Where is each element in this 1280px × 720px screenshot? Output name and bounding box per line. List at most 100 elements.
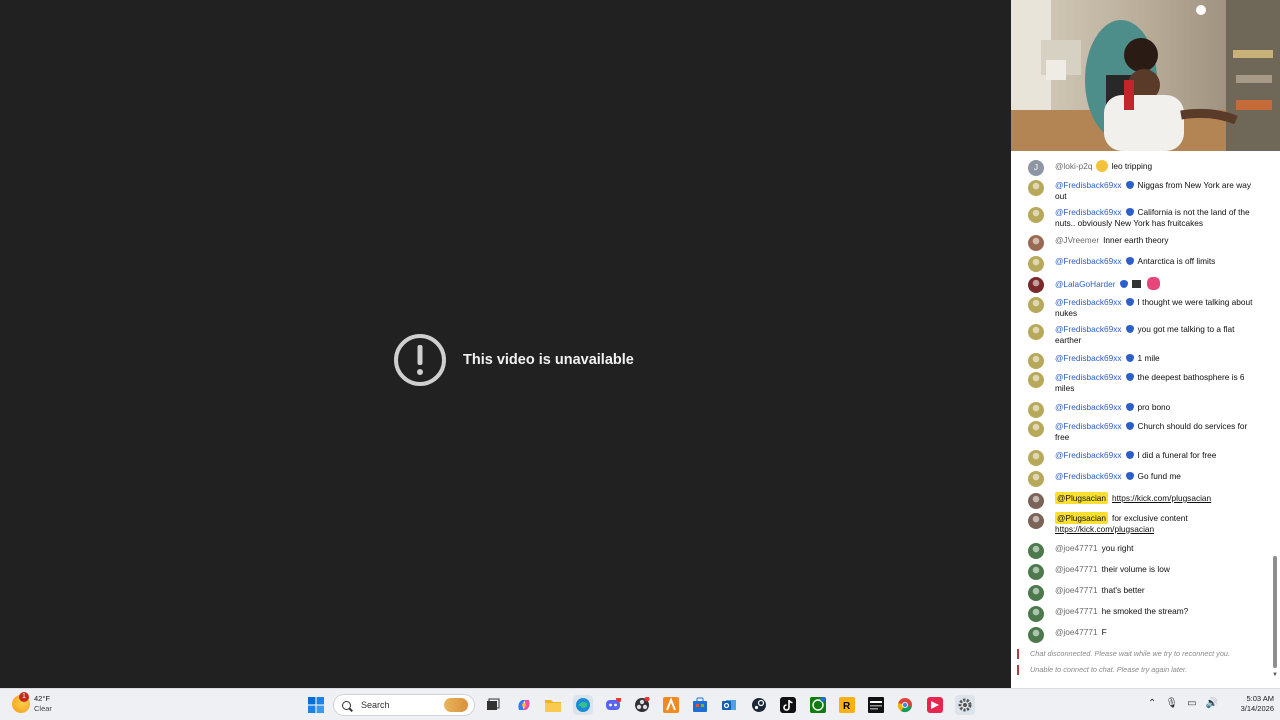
chat-username[interactable]: @Fredisback69xx — [1055, 207, 1122, 217]
chat-username[interactable]: @JVreemer — [1055, 235, 1099, 245]
scroll-down-arrow-icon[interactable]: ▼ — [1272, 671, 1278, 679]
chat-link[interactable]: https://kick.com/plugsacian — [1112, 493, 1211, 503]
video-player[interactable]: This video is unavailable — [0, 0, 1011, 688]
chevron-up-icon[interactable]: ⌃ — [1148, 698, 1156, 709]
chat-message[interactable]: @joe47771 F — [1028, 627, 1264, 643]
chat-message[interactable]: @joe47771 you right — [1028, 543, 1264, 559]
avatar[interactable] — [1028, 277, 1044, 293]
chat-message[interactable]: @Fredisback69xx I thought we were talking… — [1028, 297, 1264, 318]
chat-message[interactable]: @Fredisback69xx California is not the lan… — [1028, 207, 1264, 228]
verified-badge-icon — [1125, 298, 1134, 306]
start-icon[interactable] — [306, 695, 326, 715]
chat-username[interactable]: @joe47771 — [1055, 627, 1098, 637]
avatar[interactable] — [1028, 353, 1044, 369]
store-icon[interactable] — [690, 695, 710, 715]
avatar[interactable] — [1028, 450, 1044, 466]
chat-scrollbar[interactable]: ▼ — [1272, 151, 1278, 688]
outlook-icon[interactable] — [719, 695, 739, 715]
chat-message[interactable]: @joe47771 their volume is low — [1028, 564, 1264, 580]
chat-username[interactable]: @Fredisback69xx — [1055, 324, 1122, 334]
avatar[interactable] — [1028, 513, 1044, 529]
avatar[interactable] — [1028, 493, 1044, 509]
avatar[interactable] — [1028, 543, 1044, 559]
chrome-icon[interactable] — [895, 695, 915, 715]
avatar[interactable] — [1028, 372, 1044, 388]
settings-icon[interactable] — [955, 695, 975, 715]
chat-message[interactable]: @Fredisback69xx I did a funeral for free — [1028, 450, 1264, 466]
avatar[interactable] — [1028, 606, 1044, 622]
capcut-icon[interactable] — [925, 695, 945, 715]
chat-message[interactable]: @joe47771 that's better — [1028, 585, 1264, 601]
avatar[interactable] — [1028, 324, 1044, 340]
chat-message[interactable]: @Fredisback69xx Niggas from New York are … — [1028, 180, 1264, 201]
chat-message[interactable]: @Fredisback69xx pro bono — [1028, 402, 1264, 418]
calendar-app-icon[interactable] — [866, 695, 886, 715]
chat-username[interactable]: @joe47771 — [1055, 606, 1098, 616]
avatar[interactable] — [1028, 256, 1044, 272]
badge-icon — [1131, 280, 1141, 288]
chat-message[interactable]: @LalaGoHarder — [1028, 277, 1264, 293]
clock-date: 3/14/2026 — [1240, 704, 1274, 713]
avatar[interactable] — [1028, 235, 1044, 251]
app-icon[interactable] — [661, 695, 681, 715]
microphone-icon[interactable]: 🎙 — [1165, 698, 1178, 709]
weather-widget[interactable]: 1 42°F Clear — [12, 692, 52, 714]
chat-username[interactable]: @Plugsacian — [1055, 492, 1109, 504]
avatar[interactable] — [1028, 564, 1044, 580]
chat-username[interactable]: @Fredisback69xx — [1055, 450, 1122, 460]
chat-username[interactable]: @Fredisback69xx — [1055, 297, 1122, 307]
chat-username[interactable]: @Fredisback69xx — [1055, 353, 1122, 363]
chat-message[interactable]: @Fredisback69xx Antarctica is off limits — [1028, 256, 1264, 272]
network-icon[interactable]: ▭ — [1187, 698, 1196, 709]
chat-username[interactable]: @Fredisback69xx — [1055, 372, 1122, 382]
avatar[interactable] — [1028, 180, 1044, 196]
search-highlight-icon — [444, 698, 468, 712]
obs-icon[interactable] — [632, 695, 652, 715]
chat-username[interactable]: @loki-p2q — [1055, 161, 1092, 171]
avatar[interactable] — [1028, 207, 1044, 223]
chat-message[interactable]: @Plugsacian https://kick.com/plugsacian — [1028, 492, 1264, 509]
chat-username[interactable]: @joe47771 — [1055, 543, 1098, 553]
chat-message[interactable]: @Fredisback69xx you got me talking to a f… — [1028, 324, 1264, 345]
chat-username[interactable]: @Plugsacian — [1055, 512, 1109, 524]
chat-username[interactable]: @Fredisback69xx — [1055, 421, 1122, 431]
chat-message[interactable]: @Fredisback69xx Church should do services… — [1028, 421, 1264, 442]
taskbar-search-box[interactable]: Search — [333, 694, 475, 716]
chat-message[interactable]: @Fredisback69xx Go fund me — [1028, 471, 1264, 487]
task-view-icon[interactable] — [483, 695, 503, 715]
avatar[interactable]: J — [1028, 160, 1044, 176]
discord-icon[interactable] — [603, 695, 623, 715]
chat-scroll-thumb[interactable] — [1273, 556, 1277, 668]
steam-icon[interactable] — [749, 695, 769, 715]
chat-link[interactable]: https://kick.com/plugsacian — [1055, 524, 1154, 534]
rockstar-icon[interactable]: R — [837, 695, 857, 715]
file-explorer-icon[interactable] — [543, 695, 563, 715]
chat-message[interactable]: @joe47771 he smoked the stream? — [1028, 606, 1264, 622]
chat-username[interactable]: @LalaGoHarder — [1055, 279, 1116, 289]
avatar[interactable] — [1028, 585, 1044, 601]
tiktok-icon[interactable] — [778, 695, 798, 715]
edge-icon[interactable] — [573, 695, 593, 715]
chat-username[interactable]: @Fredisback69xx — [1055, 180, 1122, 190]
chat-username[interactable]: @joe47771 — [1055, 564, 1098, 574]
avatar[interactable] — [1028, 421, 1044, 437]
avatar[interactable] — [1028, 627, 1044, 643]
chat-username[interactable]: @joe47771 — [1055, 585, 1098, 595]
chat-username[interactable]: @Fredisback69xx — [1055, 256, 1122, 266]
chat-message[interactable]: @Plugsacian for exclusive content https:/… — [1028, 512, 1264, 534]
copilot-icon[interactable] — [514, 695, 534, 715]
avatar[interactable] — [1028, 297, 1044, 313]
avatar[interactable] — [1028, 471, 1044, 487]
chat-username[interactable]: @Fredisback69xx — [1055, 402, 1122, 412]
volume-icon[interactable]: 🔊 — [1206, 698, 1218, 709]
chat-username[interactable]: @Fredisback69xx — [1055, 471, 1122, 481]
chat-panel[interactable]: J @loki-p2q leo tripping @Fredisback69xx Nig… — [1011, 151, 1280, 688]
xbox-icon[interactable] — [808, 695, 828, 715]
chat-message[interactable]: J @loki-p2q leo tripping — [1028, 160, 1264, 176]
chat-message[interactable]: @Fredisback69xx the deepest bathosphere i… — [1028, 372, 1264, 393]
chat-message-text: F — [1101, 627, 1107, 637]
taskbar-clock[interactable]: 5:03 AM 3/14/2026 — [1224, 694, 1274, 714]
chat-message[interactable]: @JVreemer Inner earth theory — [1028, 235, 1264, 251]
avatar[interactable] — [1028, 402, 1044, 418]
chat-message[interactable]: @Fredisback69xx 1 mile — [1028, 353, 1264, 369]
